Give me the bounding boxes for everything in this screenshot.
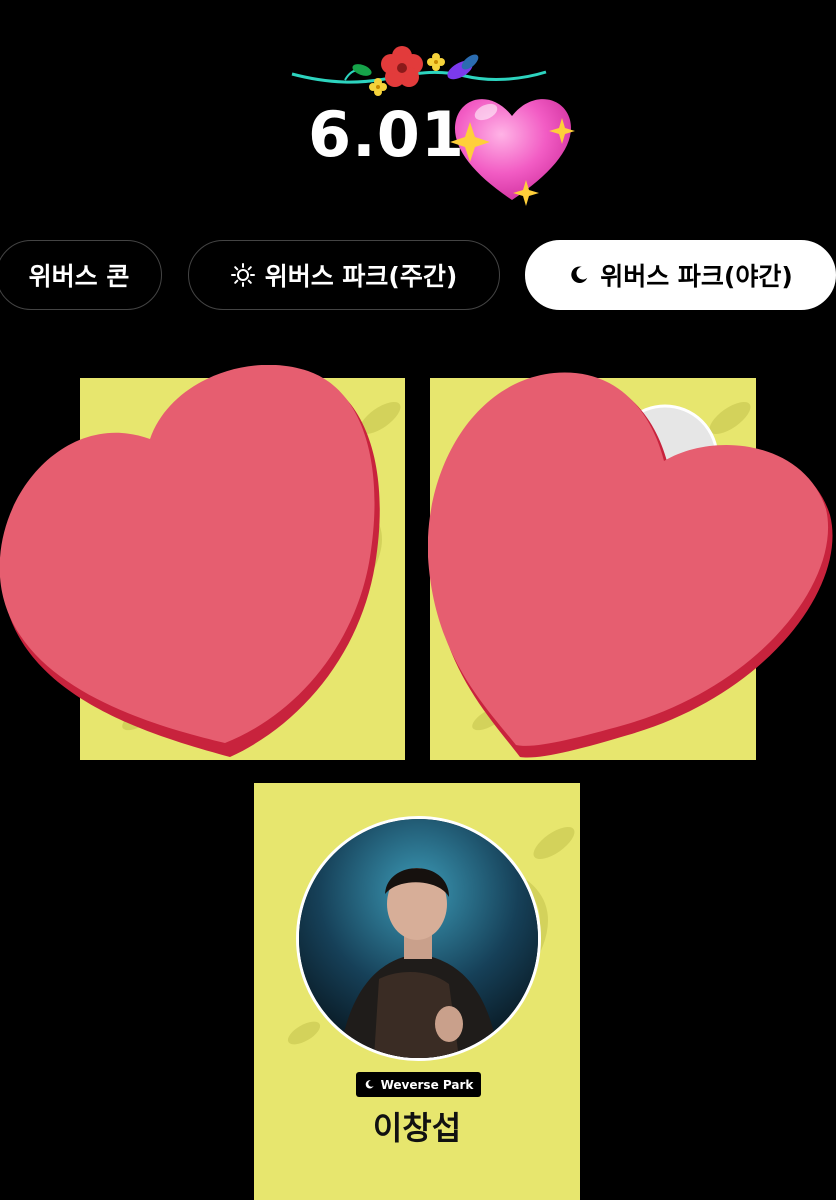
sun-icon <box>230 263 255 287</box>
weverse-park-badge: Weverse Park <box>356 1072 481 1097</box>
tab-label: 위버스 파크(주간) <box>264 262 458 291</box>
tab-weverse-park-day[interactable]: 위버스 파크(주간) <box>188 240 500 310</box>
heart-sticker <box>0 365 380 757</box>
artist-card-3[interactable]: Weverse Park 이창섭 <box>254 783 580 1200</box>
moon-icon <box>364 1079 375 1090</box>
badge-label: Weverse Park <box>380 1077 474 1092</box>
moon-icon <box>568 264 590 286</box>
tab-bar: 위버스 콘 위버스 파크(주간) 위버스 파크(야간) <box>0 240 836 314</box>
tab-weverse-park-night[interactable]: 위버스 파크(야간) <box>525 240 836 310</box>
tab-label: 위버스 콘 <box>28 262 130 291</box>
sparkling-heart-icon <box>450 99 575 206</box>
tab-weverse-con[interactable]: 위버스 콘 <box>0 240 162 310</box>
heart-sticker <box>428 372 833 758</box>
header: 6.01 <box>0 0 836 230</box>
artist-avatar <box>296 816 541 1061</box>
artist-name: 이창섭 <box>372 1109 462 1147</box>
tab-label: 위버스 파크(야간) <box>600 262 793 291</box>
